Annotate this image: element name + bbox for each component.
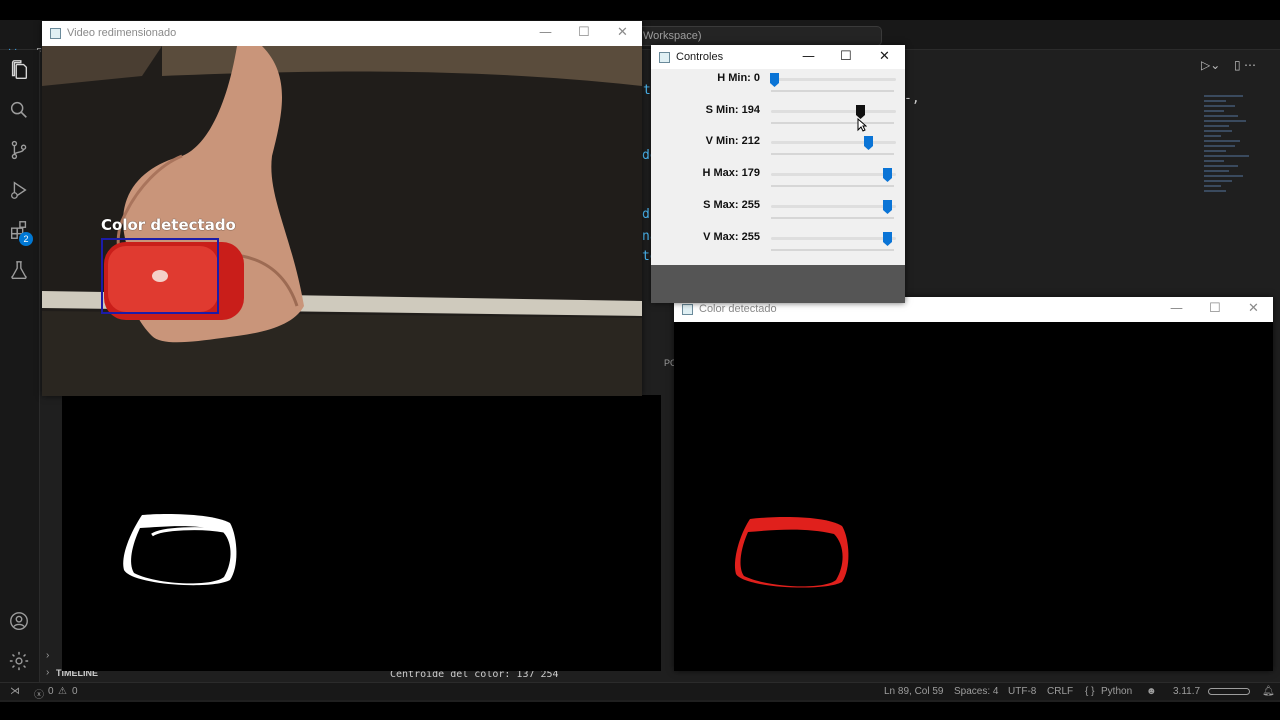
python-version[interactable]: 3.11.7 xyxy=(1173,686,1200,697)
warning-count[interactable]: 0 xyxy=(72,686,78,697)
error-icon[interactable]: ⓧ xyxy=(34,686,44,701)
detection-label: Color detectado xyxy=(101,216,236,234)
trackbar-tick-rail xyxy=(771,216,894,219)
copilot-status-icon[interactable]: ☻ xyxy=(1146,686,1157,697)
chevron-right-icon[interactable]: › xyxy=(46,667,49,678)
error-count[interactable]: 0 xyxy=(48,686,54,697)
testing-icon[interactable] xyxy=(8,259,32,283)
controls-window[interactable]: Controles — ☐ ✕ H Min: 0 S Min: 194 V Min:… xyxy=(651,45,905,303)
video-frame: Color detectado xyxy=(42,46,642,396)
controls-window-title: Controles xyxy=(676,51,724,63)
minimize-icon[interactable]: — xyxy=(539,25,552,40)
trackbar-thumb[interactable] xyxy=(883,231,892,246)
trackbar-rail[interactable] xyxy=(771,173,896,177)
trackbar-tick-rail xyxy=(771,185,894,188)
status-bar: ⋊ ⓧ 0 ⚠ 0 Ln 89, Col 59 Spaces: 4 UTF-8 … xyxy=(0,682,1280,701)
window-app-icon xyxy=(659,52,670,63)
trackbar-tick-rail xyxy=(771,248,894,251)
mask-shape xyxy=(123,513,237,586)
extensions-badge: 2 xyxy=(19,232,33,246)
trackbar-panel: H Min: 0 S Min: 194 V Min: 212 H Max: 179 S … xyxy=(651,69,905,291)
notifications-icon[interactable]: 🔔︎ xyxy=(1262,686,1275,697)
trackbar-rail[interactable] xyxy=(771,109,896,113)
command-center[interactable]: Workspace) xyxy=(630,26,882,46)
language-mode[interactable]: Python xyxy=(1101,686,1132,697)
mask-window xyxy=(62,395,661,671)
trackbar-rail[interactable] xyxy=(771,236,896,240)
trackbar-label: H Max: 179 xyxy=(702,167,760,180)
source-control-icon[interactable] xyxy=(8,139,32,163)
explorer-icon[interactable] xyxy=(8,59,32,83)
trackbar-thumb[interactable] xyxy=(770,73,779,87)
detected-window-title: Color detectado xyxy=(699,303,777,315)
trackbar-tick-rail xyxy=(771,90,894,92)
video-window[interactable]: Video redimensionado — ☐ ✕ Color detecta… xyxy=(42,21,642,396)
trackbar-label: H Min: 0 xyxy=(717,72,760,84)
maximize-icon[interactable]: ☐ xyxy=(840,49,852,64)
remote-icon[interactable]: ⋊ xyxy=(10,686,20,697)
trackbar-label: S Max: 255 xyxy=(703,198,760,211)
trackbar-tick-rail xyxy=(771,153,894,156)
language-braces[interactable]: { } xyxy=(1085,686,1094,697)
video-window-titlebar[interactable]: Video redimensionado — ☐ ✕ xyxy=(42,21,642,46)
window-app-icon xyxy=(682,304,693,315)
run-debug-icon[interactable] xyxy=(8,179,32,203)
activity-bar xyxy=(0,50,40,682)
trackbar-rail[interactable] xyxy=(771,141,896,145)
search-icon[interactable] xyxy=(8,99,32,123)
controls-empty-area xyxy=(651,265,905,303)
trackbar-thumb[interactable] xyxy=(863,136,873,151)
trackbar-label: V Min: 212 xyxy=(705,135,760,148)
line-ending[interactable]: CRLF xyxy=(1047,686,1073,697)
trackbar-thumb[interactable] xyxy=(883,199,892,214)
vscode-minimize-icon[interactable]: — xyxy=(94,0,110,17)
detected-window[interactable]: Color detectado — ☐ ✕ xyxy=(674,297,1273,671)
progress-indicator xyxy=(1208,688,1250,695)
indentation[interactable]: Spaces: 4 xyxy=(954,686,998,697)
cursor-position[interactable]: Ln 89, Col 59 xyxy=(884,686,944,697)
copilot-icon[interactable]: ⧉ ⌄ xyxy=(0,0,23,17)
close-icon[interactable]: ✕ xyxy=(879,49,890,64)
minimize-icon[interactable]: — xyxy=(1170,301,1183,316)
controls-window-titlebar[interactable]: Controles — ☐ ✕ xyxy=(651,45,905,70)
detected-color-image xyxy=(674,322,1273,671)
layout-icons[interactable]: ▦ ▥ ▭ ▯ xyxy=(28,0,90,17)
trackbar-rail[interactable] xyxy=(771,204,896,208)
minimize-icon[interactable]: — xyxy=(802,49,815,64)
minimap[interactable] xyxy=(1204,95,1260,245)
split-editor-icon[interactable]: ▯ ⋯ xyxy=(1234,58,1256,72)
trackbar-label: S Min: 194 xyxy=(705,103,760,116)
command-center-text: Workspace) xyxy=(643,30,702,42)
vscode-restore-icon[interactable]: ❐ xyxy=(115,0,127,17)
close-icon[interactable]: ✕ xyxy=(1248,301,1259,316)
close-icon[interactable]: ✕ xyxy=(617,25,628,40)
trackbar-thumb[interactable] xyxy=(855,104,865,119)
settings-gear-icon[interactable] xyxy=(8,650,32,674)
trackbar-thumb[interactable] xyxy=(883,168,892,183)
screen: ⟩⟨ F Workspace) ⧉ ⌄ ▦ ▥ ▭ ▯ — ❐ ✕ xyxy=(0,0,1280,720)
trackbar-rail[interactable] xyxy=(771,78,896,81)
encoding[interactable]: UTF-8 xyxy=(1008,686,1036,697)
mouse-cursor-icon xyxy=(857,117,867,132)
code-fragment-bracket: -, xyxy=(904,91,920,106)
vscode-close-icon[interactable]: ✕ xyxy=(131,0,143,17)
detection-bounding-box xyxy=(101,238,219,314)
account-icon[interactable] xyxy=(8,610,32,634)
window-app-icon xyxy=(50,28,61,39)
maximize-icon[interactable]: ☐ xyxy=(578,25,590,40)
warning-icon[interactable]: ⚠ xyxy=(58,686,67,697)
trackbar-tick-rail xyxy=(771,121,894,124)
run-python-icon[interactable]: ▷⌄ xyxy=(1201,58,1220,72)
video-window-title: Video redimensionado xyxy=(67,27,177,39)
trackbar-label: V Max: 255 xyxy=(703,230,760,243)
maximize-icon[interactable]: ☐ xyxy=(1209,301,1221,316)
chevron-right-icon[interactable]: › xyxy=(46,650,49,661)
